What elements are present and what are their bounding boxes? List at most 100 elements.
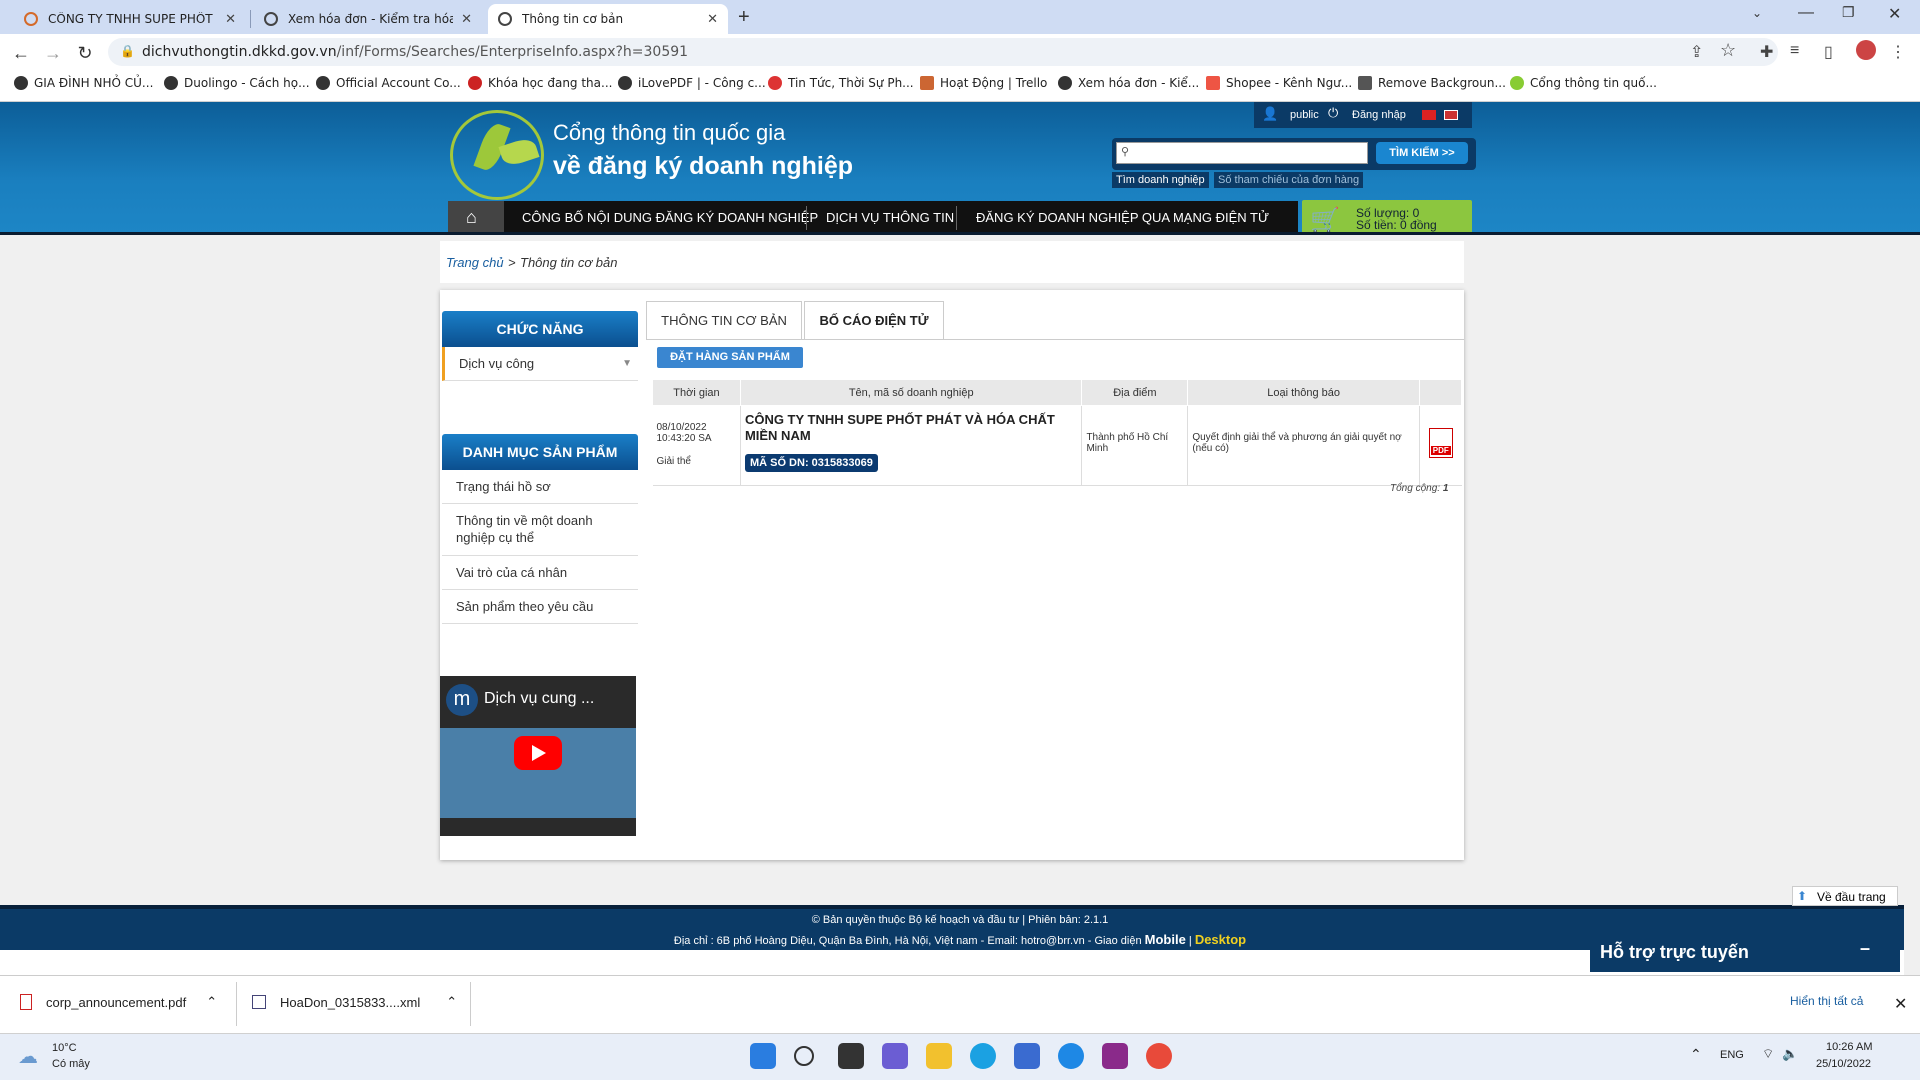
bookmark[interactable]: Duolingo - Cách họ...	[164, 76, 310, 90]
catalog-item-personal-roles[interactable]: Vai trò của cá nhân	[442, 556, 638, 590]
nav-item-online-registration[interactable]: ĐĂNG KÝ DOANH NGHIỆP QUA MẠNG ĐIỆN TỬ	[976, 201, 1269, 235]
video-title[interactable]: Dịch vụ cung ...	[484, 690, 594, 708]
edge-icon[interactable]	[970, 1043, 996, 1069]
vietnam-flag-icon[interactable]	[1422, 110, 1436, 120]
url-text[interactable]: dichvuthongtin.dkkd.gov.vn/inf/Forms/Sea…	[142, 44, 688, 60]
bookmark[interactable]: Xem hóa đơn - Kiể...	[1058, 76, 1199, 90]
show-all-downloads-link[interactable]: Hiển thị tất cả	[1790, 994, 1863, 1008]
footer-address: Địa chỉ : 6B phố Hoàng Diệu, Quận Ba Đìn…	[673, 935, 1142, 947]
footer-desktop-link[interactable]: Desktop	[1195, 932, 1246, 947]
store-icon[interactable]	[1014, 1043, 1040, 1069]
language-indicator[interactable]: ENG	[1720, 1049, 1744, 1061]
close-tab-icon[interactable]: ✕	[461, 12, 472, 27]
home-button[interactable]: ⌂	[448, 201, 504, 235]
search-tab-business[interactable]: Tìm doanh nghiệp	[1112, 172, 1209, 188]
nav-item-publish[interactable]: CÔNG BỐ NỘI DUNG ĐĂNG KÝ DOANH NGHIỆP	[522, 201, 818, 235]
chevron-up-icon[interactable]: ⌃	[1690, 1046, 1702, 1063]
weather-temperature[interactable]: 10°C	[52, 1042, 77, 1054]
nav-item-info-services[interactable]: DỊCH VỤ THÔNG TIN	[826, 201, 954, 235]
tab-basic-info[interactable]: THÔNG TIN CƠ BẢN	[646, 301, 802, 339]
portal-logo[interactable]	[450, 110, 544, 200]
youtube-video[interactable]: m Dịch vụ cung ...	[440, 676, 636, 836]
extensions-icon[interactable]: ✚	[1760, 42, 1773, 62]
close-download-bar-icon[interactable]: ✕	[1894, 994, 1907, 1014]
browser-tab-active[interactable]: Thông tin cơ bản ✕	[488, 4, 728, 34]
pdf-app-icon[interactable]	[1102, 1043, 1128, 1069]
windows-start-icon[interactable]	[750, 1043, 776, 1069]
power-icon[interactable]: ⏻	[1328, 105, 1338, 121]
download-item[interactable]: corp_announcement.pdf ⌃	[20, 994, 217, 1010]
notice-type: Quyết định giải thể và phương án giải qu…	[1187, 405, 1420, 486]
teams-icon[interactable]	[882, 1043, 908, 1069]
order-product-button[interactable]: ĐẶT HÀNG SẢN PHẨM	[657, 347, 803, 368]
functions-select[interactable]: Dịch vụ công ▼	[442, 347, 638, 381]
close-tab-icon[interactable]: ✕	[707, 12, 718, 27]
file-explorer-icon[interactable]	[926, 1043, 952, 1069]
minimize-icon[interactable]: —	[1798, 4, 1814, 22]
wifi-icon[interactable]: ⌔	[1762, 1046, 1774, 1062]
search-input[interactable]: ⚲	[1116, 142, 1368, 164]
profile-avatar[interactable]	[1856, 40, 1876, 60]
back-icon[interactable]: ←	[8, 40, 34, 66]
star-icon[interactable]: ☆	[1720, 40, 1736, 61]
login-link[interactable]: Đăng nhập	[1352, 109, 1406, 121]
tab-electronic-notices[interactable]: BỐ CÁO ĐIỆN TỬ	[804, 301, 944, 339]
more-menu-icon[interactable]: ⋮	[1890, 42, 1906, 62]
chevron-up-icon[interactable]: ⌃	[446, 994, 457, 1010]
bookmark[interactable]: GIA ĐÌNH NHỎ CỦ...	[14, 76, 153, 90]
reload-icon[interactable]: ↻	[72, 40, 98, 66]
browser-tab[interactable]: Xem hóa đơn - Kiểm tra hóa đơ ✕	[254, 4, 482, 34]
volume-icon[interactable]: 🔈	[1782, 1046, 1798, 1062]
bookmark[interactable]: Shopee - Kênh Ngư...	[1206, 76, 1352, 90]
lock-icon[interactable]: 🔒	[120, 44, 135, 58]
catalog-item-file-status[interactable]: Trạng thái hồ sơ	[442, 470, 638, 504]
bookmark[interactable]: Cổng thông tin quố...	[1510, 76, 1657, 90]
company-name[interactable]: CÔNG TY TNHH SUPE PHỐT PHÁT VÀ HÓA CHẤT …	[745, 412, 1078, 444]
catalog-item-custom-products[interactable]: Sản phẩm theo yêu cầu	[442, 590, 638, 624]
bookmark[interactable]: Tin Tức, Thời Sự Ph...	[768, 76, 914, 90]
close-tab-icon[interactable]: ✕	[225, 12, 236, 27]
bookmark[interactable]: Remove Backgroun...	[1358, 76, 1506, 90]
bookmark[interactable]: iLovePDF | - Công c...	[618, 76, 766, 90]
chevron-up-icon[interactable]: ⌃	[206, 994, 217, 1010]
pdf-download-icon[interactable]: PDF	[1428, 428, 1453, 458]
footer-mobile-link[interactable]: Mobile	[1145, 932, 1186, 947]
globe-icon	[498, 12, 512, 26]
reading-list-icon[interactable]: ≡	[1790, 42, 1799, 60]
bookmark[interactable]: Khóa học đang tha...	[468, 76, 612, 90]
footer-separator: |	[1188, 935, 1192, 947]
search-icon[interactable]	[794, 1046, 814, 1066]
minimize-panel-icon[interactable]: –	[1860, 938, 1870, 959]
zalo-icon[interactable]	[1058, 1043, 1084, 1069]
side-panel-icon[interactable]: ▯	[1824, 42, 1833, 62]
download-item[interactable]: HoaDon_0315833....xml ⌃	[252, 994, 457, 1010]
weather-description[interactable]: Có mây	[52, 1058, 90, 1070]
share-icon[interactable]: ⇪	[1690, 42, 1703, 62]
download-divider	[236, 982, 237, 1026]
breadcrumb-home-link[interactable]: Trang chủ	[446, 255, 504, 270]
google-icon	[468, 76, 482, 90]
uk-flag-icon[interactable]	[1444, 110, 1458, 120]
close-window-icon[interactable]: ✕	[1888, 4, 1901, 24]
clock-date[interactable]: 25/10/2022	[1816, 1058, 1871, 1070]
online-support-panel[interactable]: Hỗ trợ trực tuyến –	[1590, 936, 1900, 972]
chrome-icon[interactable]	[1146, 1043, 1172, 1069]
back-to-top-button[interactable]: ⬆ Về đầu trang	[1792, 886, 1898, 906]
page-scrollbar[interactable]	[1904, 235, 1920, 975]
browser-tab[interactable]: CÔNG TY TNHH SUPE PHỐT PHÁ ✕	[14, 4, 246, 34]
bookmark[interactable]: Official Account Co...	[316, 76, 461, 90]
catalog-item-business-info[interactable]: Thông tin về một doanh nghiệp cụ thể	[442, 504, 638, 556]
play-button-icon[interactable]	[514, 736, 562, 770]
bookmark[interactable]: Hoạt Động | Trello	[920, 76, 1047, 90]
restore-icon[interactable]: ❐	[1842, 4, 1855, 21]
chevron-down-icon[interactable]: ⌄	[1752, 6, 1762, 20]
search-button[interactable]: TÌM KIẾM >>	[1376, 142, 1468, 164]
task-view-icon[interactable]	[838, 1043, 864, 1069]
arrow-up-icon: ⬆	[1797, 889, 1808, 903]
channel-avatar[interactable]: m	[446, 684, 478, 716]
forward-icon[interactable]: →	[40, 40, 66, 66]
globe-icon	[618, 76, 632, 90]
search-tab-order-ref[interactable]: Số tham chiếu của đơn hàng	[1214, 172, 1364, 188]
new-tab-icon[interactable]: +	[738, 6, 750, 29]
clock-time[interactable]: 10:26 AM	[1826, 1041, 1872, 1053]
